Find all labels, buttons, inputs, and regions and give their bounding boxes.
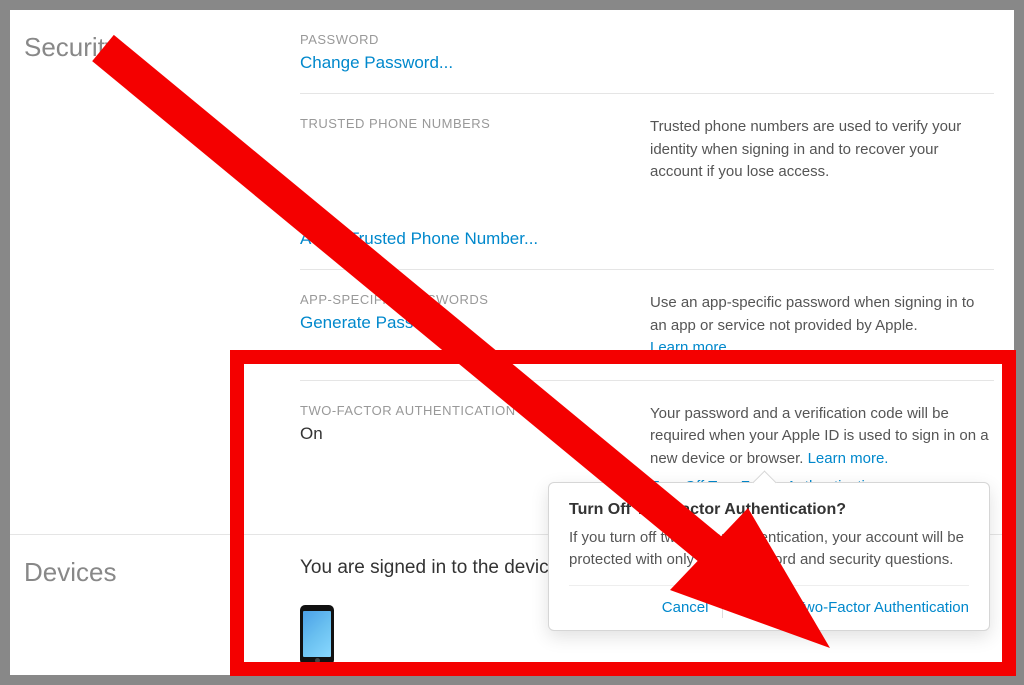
popover-cancel-button[interactable]: Cancel xyxy=(662,599,709,616)
security-heading: Security xyxy=(10,10,300,534)
app-specific-learn-more-link[interactable]: Learn more. xyxy=(650,339,731,356)
popover-title: Turn Off Two-Factor Authentication? xyxy=(569,501,969,519)
two-factor-value: On xyxy=(300,424,650,444)
devices-heading: Devices xyxy=(10,535,300,670)
trusted-phone-label: TRUSTED PHONE NUMBERS xyxy=(300,116,650,131)
app-specific-label: APP-SPECIFIC PASSWORDS xyxy=(300,292,650,307)
password-label: PASSWORD xyxy=(300,32,650,47)
action-divider xyxy=(722,598,723,618)
iphone-icon[interactable] xyxy=(300,605,334,665)
trusted-phone-row: TRUSTED PHONE NUMBERS Add a Trusted Phon… xyxy=(300,94,994,270)
turn-off-2fa-popover: Turn Off Two-Factor Authentication? If y… xyxy=(548,482,990,631)
trusted-phone-desc: Trusted phone numbers are used to verify… xyxy=(650,118,961,180)
two-factor-learn-more-link[interactable]: Learn more. xyxy=(808,450,889,467)
popover-confirm-button[interactable]: Turn Off Two-Factor Authentication xyxy=(737,599,969,616)
popover-body: If you turn off two-factor authenticatio… xyxy=(569,527,969,571)
two-factor-label: TWO-FACTOR AUTHENTICATION xyxy=(300,403,650,418)
change-password-link[interactable]: Change Password... xyxy=(300,53,453,72)
security-section: Security PASSWORD Change Password... TRU… xyxy=(10,10,1014,535)
app-specific-row: APP-SPECIFIC PASSWORDS Generate Password… xyxy=(300,270,994,381)
generate-password-link[interactable]: Generate Password... xyxy=(300,313,464,332)
security-body: PASSWORD Change Password... TRUSTED PHON… xyxy=(300,10,1014,534)
popover-actions: Cancel Turn Off Two-Factor Authenticatio… xyxy=(569,585,969,630)
add-trusted-phone-link[interactable]: Add a Trusted Phone Number... xyxy=(300,229,538,248)
password-row: PASSWORD Change Password... xyxy=(300,10,994,94)
app-specific-desc: Use an app-specific password when signin… xyxy=(650,294,974,334)
